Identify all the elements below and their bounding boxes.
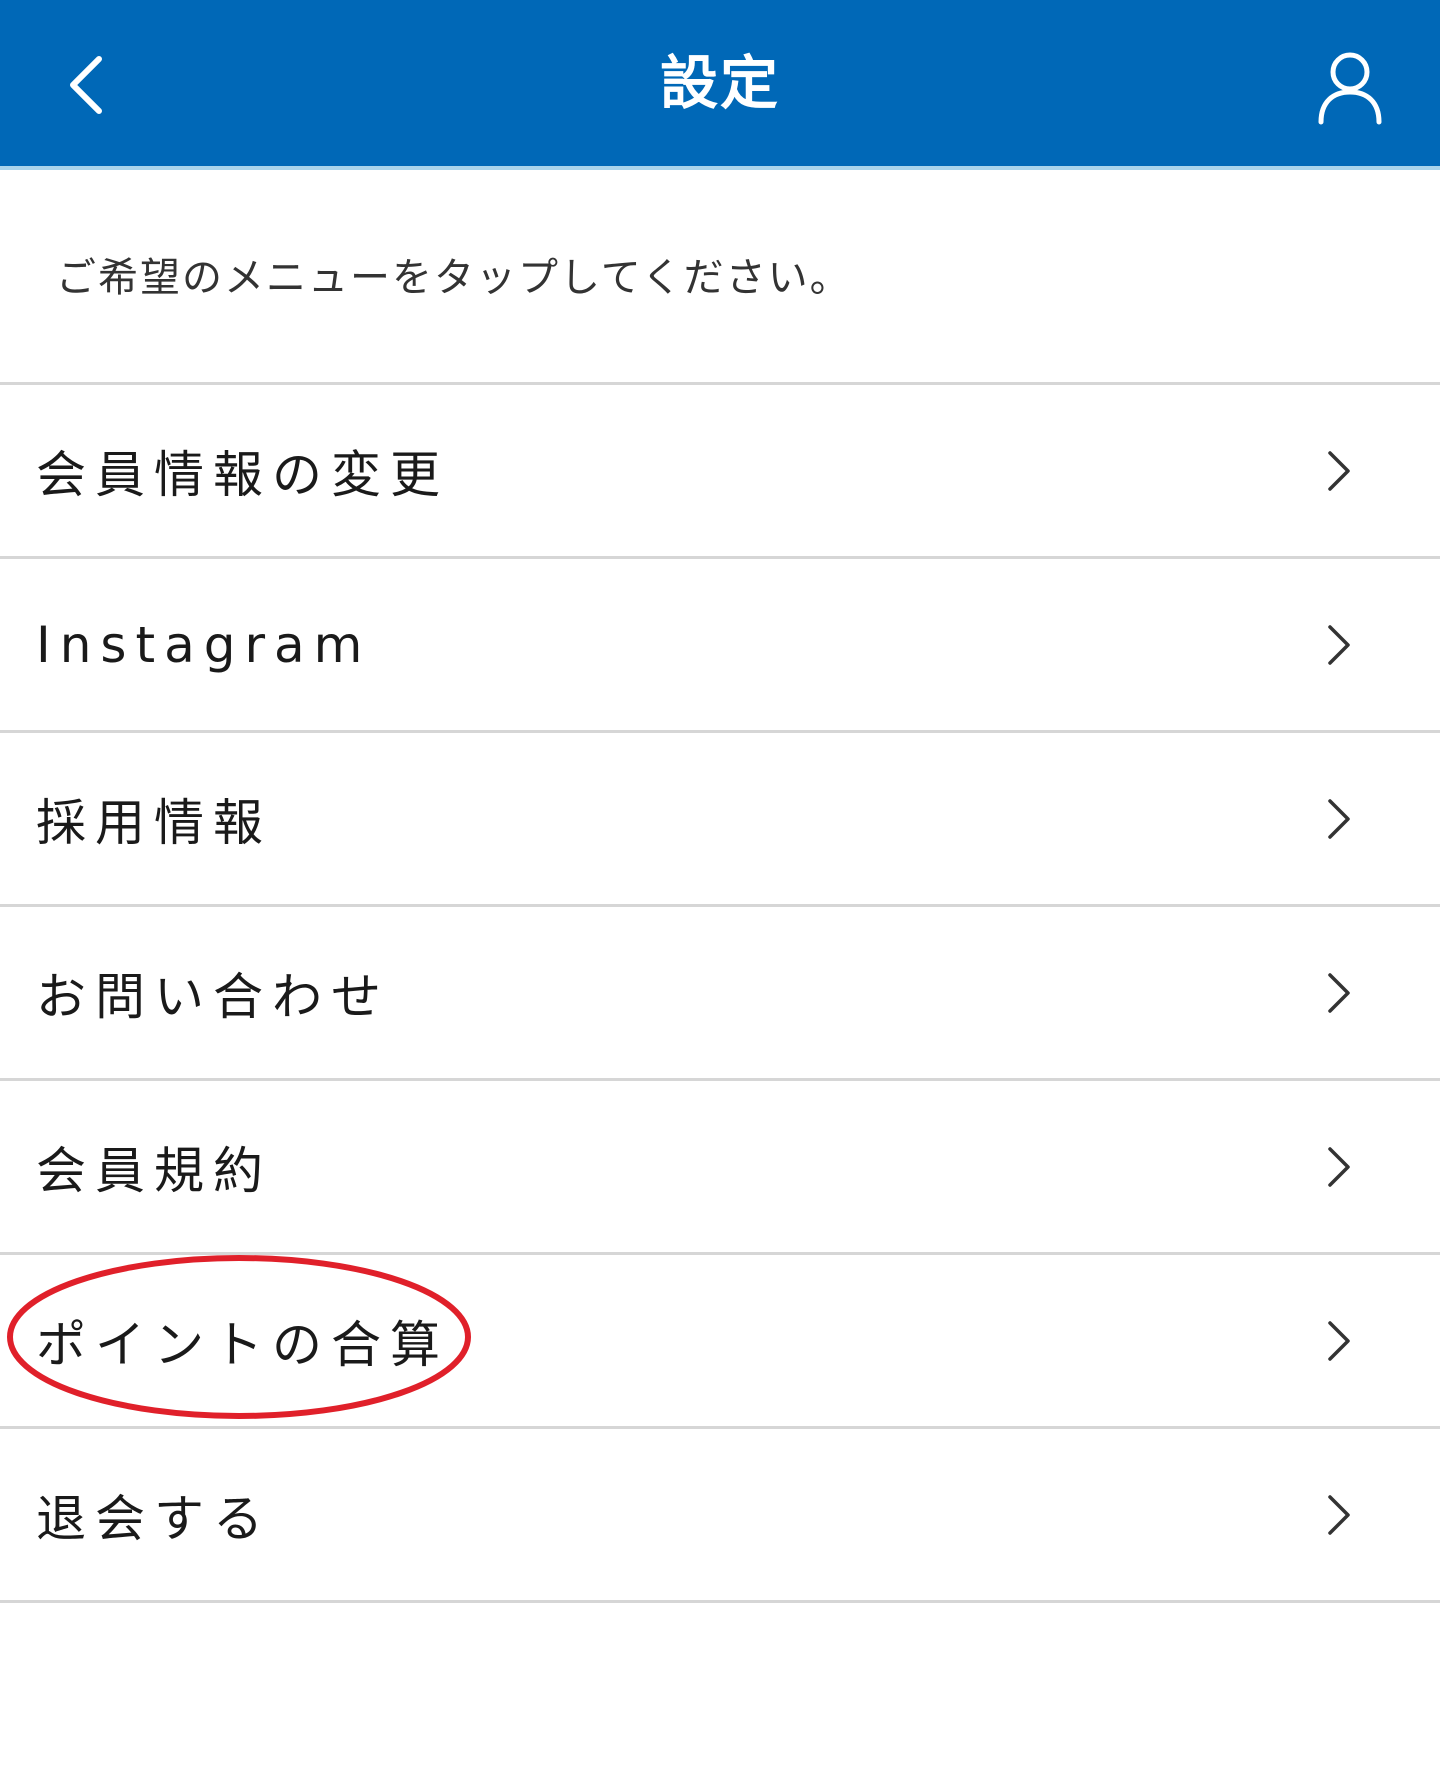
- chevron-left-icon: [70, 56, 102, 114]
- chevron-right-icon: [1328, 1146, 1350, 1187]
- chevron-right-icon: [1328, 972, 1350, 1013]
- account-button[interactable]: [1300, 38, 1400, 138]
- menu-item-withdraw[interactable]: 退会する: [0, 1429, 1440, 1603]
- menu-item-instagram[interactable]: Instagram: [0, 559, 1440, 733]
- back-button[interactable]: [40, 40, 130, 130]
- settings-menu: 会員情報の変更 Instagram 採用情報 お問い合わせ 会員規約 ポイントの…: [0, 382, 1440, 1603]
- chevron-right-icon: [1328, 624, 1350, 665]
- chevron-right-icon: [1328, 450, 1350, 491]
- chevron-right-icon: [1328, 1320, 1350, 1361]
- menu-item-point-merge[interactable]: ポイントの合算: [0, 1255, 1440, 1429]
- menu-item-recruitment[interactable]: 採用情報: [0, 733, 1440, 907]
- menu-item-label: Instagram: [36, 615, 372, 674]
- app-header: 設定: [0, 0, 1440, 170]
- menu-item-contact[interactable]: お問い合わせ: [0, 907, 1440, 1081]
- menu-item-terms[interactable]: 会員規約: [0, 1081, 1440, 1255]
- menu-item-label: 採用情報: [36, 793, 272, 852]
- page-title: 設定: [659, 49, 780, 117]
- menu-item-member-info[interactable]: 会員情報の変更: [0, 385, 1440, 559]
- chevron-right-icon: [1328, 1494, 1350, 1535]
- menu-item-label: 会員情報の変更: [36, 445, 449, 504]
- menu-item-label: 会員規約: [36, 1141, 272, 1200]
- menu-item-label: お問い合わせ: [36, 967, 390, 1026]
- instruction-text: ご希望のメニューをタップしてください。: [56, 255, 852, 301]
- user-icon: [1318, 52, 1382, 125]
- chevron-right-icon: [1328, 798, 1350, 839]
- menu-item-label: ポイントの合算: [36, 1315, 449, 1374]
- menu-item-label: 退会する: [36, 1489, 272, 1548]
